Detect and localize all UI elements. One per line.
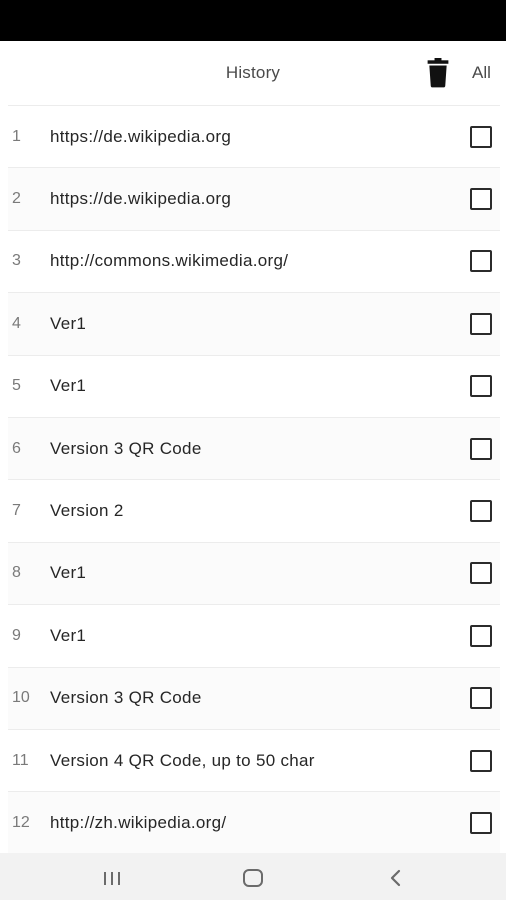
- select-all-button[interactable]: All: [472, 63, 491, 83]
- history-item-index: 3: [12, 252, 21, 270]
- history-item[interactable]: 10 Version 3 QR Code: [8, 666, 500, 729]
- home-icon[interactable]: [238, 863, 268, 893]
- recents-icon[interactable]: [97, 863, 127, 893]
- history-item-checkbox[interactable]: [470, 624, 492, 647]
- history-item-index: 6: [12, 439, 21, 457]
- history-item[interactable]: 9 Ver1: [8, 604, 500, 666]
- back-icon[interactable]: [381, 863, 411, 893]
- history-item-index: 12: [12, 813, 30, 831]
- history-item-text: http://commons.wikimedia.org/: [50, 251, 289, 271]
- history-item-checkbox[interactable]: [470, 562, 492, 585]
- history-item[interactable]: 2 https://de.wikipedia.org: [8, 167, 500, 230]
- history-item-index: 7: [12, 502, 21, 520]
- history-item-checkbox[interactable]: [470, 749, 492, 772]
- history-item-text: Ver1: [50, 313, 87, 333]
- history-item-index: 1: [12, 127, 21, 145]
- history-item-text: Version 2: [50, 501, 124, 521]
- history-item-text: Version 4 QR Code, up to 50 char: [50, 750, 315, 770]
- history-list: 1 https://de.wikipedia.org 2 https://de.wik…: [8, 105, 500, 853]
- trash-icon[interactable]: [424, 58, 452, 88]
- history-item-text: http://zh.wikipedia.org/: [50, 812, 227, 832]
- history-item-index: 4: [12, 314, 21, 332]
- history-item-checkbox[interactable]: [470, 188, 492, 211]
- history-item-text: https://de.wikipedia.org: [50, 126, 232, 146]
- history-item[interactable]: 4 Ver1: [8, 292, 500, 355]
- history-item[interactable]: 6 Version 3 QR Code: [8, 416, 500, 480]
- history-item-checkbox[interactable]: [470, 687, 492, 710]
- history-item-index: 11: [12, 751, 29, 769]
- history-item[interactable]: 5 Ver1: [8, 354, 500, 417]
- history-item-checkbox[interactable]: [470, 375, 492, 398]
- navigation-bar: [0, 853, 506, 900]
- history-item-text: https://de.wikipedia.org: [50, 189, 232, 209]
- history-item-index: 8: [12, 564, 21, 582]
- history-item-checkbox[interactable]: [470, 125, 492, 148]
- history-item-checkbox[interactable]: [470, 312, 492, 335]
- history-item[interactable]: 7 Version 2: [8, 479, 500, 541]
- history-item[interactable]: 1 https://de.wikipedia.org: [8, 105, 500, 167]
- app-header: History All: [0, 41, 506, 105]
- history-item-text: Ver1: [50, 625, 87, 645]
- history-item-checkbox[interactable]: [470, 811, 492, 834]
- history-item-index: 10: [12, 689, 30, 707]
- history-item[interactable]: 3 http://commons.wikimedia.org/: [8, 229, 500, 292]
- history-item-text: Ver1: [50, 563, 87, 583]
- history-item-checkbox[interactable]: [470, 500, 492, 523]
- history-item-text: Ver1: [50, 376, 87, 396]
- history-item[interactable]: 12 http://zh.wikipedia.org/: [8, 791, 500, 853]
- history-item-text: Version 3 QR Code: [50, 438, 202, 458]
- history-item-checkbox[interactable]: [470, 437, 492, 460]
- history-item-text: Version 3 QR Code: [50, 688, 202, 708]
- history-item-checkbox[interactable]: [470, 250, 492, 273]
- history-item-index: 5: [12, 377, 21, 395]
- history-item-index: 9: [12, 626, 21, 644]
- history-item[interactable]: 8 Ver1: [8, 541, 500, 605]
- history-item[interactable]: 11 Version 4 QR Code, up to 50 char: [8, 728, 500, 791]
- status-bar: [0, 0, 506, 41]
- history-item-index: 2: [12, 190, 21, 208]
